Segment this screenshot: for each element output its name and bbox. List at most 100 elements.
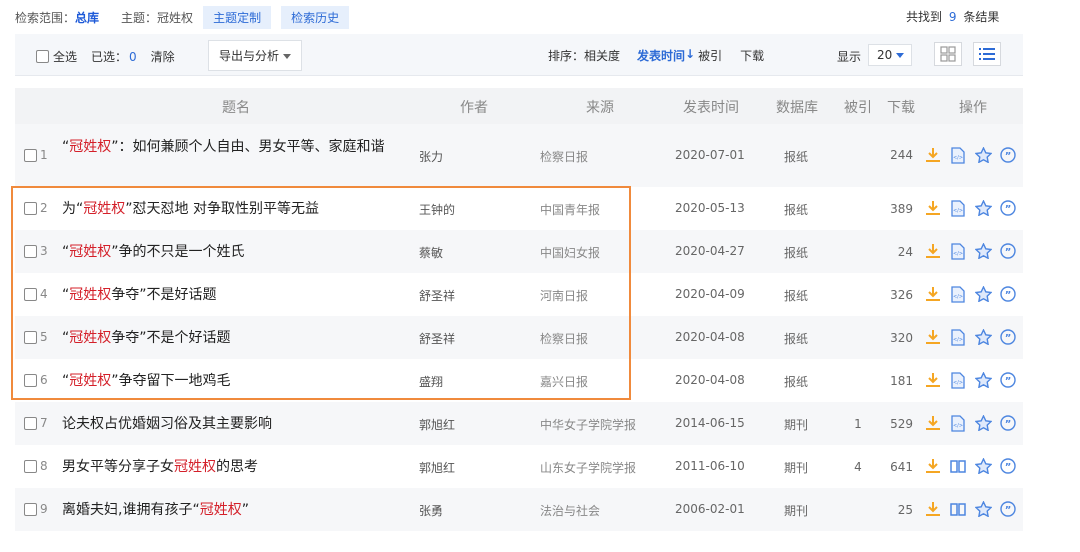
row-checkbox[interactable] [24, 149, 37, 162]
star-icon[interactable] [974, 371, 992, 389]
publish-date: 2020-07-01 [675, 148, 745, 162]
selected-count: 0 [129, 49, 137, 64]
select-all-checkbox[interactable] [36, 50, 49, 63]
cited-count[interactable]: 1 [850, 417, 866, 431]
search-history-button[interactable]: 检索历史 [281, 5, 350, 29]
topic-custom-button[interactable]: 主题定制 [203, 5, 272, 29]
download-icon[interactable] [924, 414, 942, 432]
svg-text:”: ” [1005, 204, 1012, 215]
row-checkbox[interactable] [24, 460, 37, 473]
database: 报纸 [784, 203, 809, 217]
page-size-select[interactable]: 20 [868, 44, 912, 66]
star-icon[interactable] [974, 199, 992, 217]
scope-label: 检索范围： [15, 10, 76, 25]
database: 期刊 [784, 461, 809, 475]
source-link[interactable]: 山东女子学院学报 [540, 459, 636, 476]
quote-icon[interactable]: ” [999, 328, 1017, 346]
quote-icon[interactable]: ” [999, 371, 1017, 389]
cited-count[interactable]: 4 [850, 460, 866, 474]
display-label: 显示 [837, 50, 862, 64]
html-icon[interactable]: </> [949, 242, 967, 260]
download-icon[interactable] [924, 371, 942, 389]
article-title-link[interactable]: 论夫权占优婚姻习俗及其主要影响 [62, 414, 412, 434]
col-date[interactable]: 发表时间 [683, 97, 739, 117]
grid-view-button[interactable] [934, 42, 962, 66]
author-link[interactable]: 郭旭红 [419, 459, 455, 476]
book-icon[interactable] [949, 457, 967, 475]
quote-icon[interactable]: ” [999, 199, 1017, 217]
arrow-down-icon: ↓ [685, 47, 696, 61]
source-link[interactable]: 中华女子学院学报 [540, 416, 636, 433]
download-icon[interactable] [924, 242, 942, 260]
sort-date[interactable]: 发表时间 [637, 47, 685, 64]
download-icon[interactable] [924, 199, 942, 217]
download-count: 24 [897, 245, 913, 259]
clear-button[interactable]: 清除 [151, 48, 175, 65]
quote-icon[interactable]: ” [999, 500, 1017, 518]
quote-icon[interactable]: ” [999, 146, 1017, 164]
author-link[interactable]: 张力 [419, 148, 443, 165]
svg-text:”: ” [1005, 333, 1012, 344]
export-analysis-button[interactable]: 导出与分析 [208, 40, 303, 71]
table-row: 8 男女平等分享子女冠姓权的思考 郭旭红 山东女子学院学报 2011-06-10… [15, 445, 1023, 488]
publish-date: 2020-04-08 [675, 330, 745, 344]
source-link[interactable]: 检察日报 [540, 148, 588, 165]
download-count: 25 [897, 503, 913, 517]
html-icon[interactable]: </> [949, 414, 967, 432]
topic-label: 主题： [121, 10, 158, 25]
book-icon[interactable] [949, 500, 967, 518]
article-title-link[interactable]: 离婚夫妇,谁拥有孩子“冠姓权” [62, 500, 412, 520]
quote-icon[interactable]: ” [999, 414, 1017, 432]
download-icon[interactable] [924, 500, 942, 518]
star-icon[interactable] [974, 242, 992, 260]
quote-icon[interactable]: ” [999, 457, 1017, 475]
html-icon[interactable]: </> [949, 146, 967, 164]
download-icon[interactable] [924, 146, 942, 164]
star-icon[interactable] [974, 457, 992, 475]
html-icon[interactable]: </> [949, 371, 967, 389]
html-icon[interactable]: </> [949, 199, 967, 217]
article-title-link[interactable]: 男女平等分享子女冠姓权的思考 [62, 457, 412, 477]
list-view-button[interactable] [973, 42, 1001, 66]
quote-icon[interactable]: ” [999, 285, 1017, 303]
table-header: 题名 作者 来源 发表时间 数据库 被引 下载 操作 [15, 88, 1023, 124]
database: 期刊 [784, 418, 809, 432]
svg-text:</>: </> [953, 423, 963, 429]
star-icon[interactable] [974, 500, 992, 518]
table-row: 9 离婚夫妇,谁拥有孩子“冠姓权” 张勇 法治与社会 2006-02-01 期刊… [15, 488, 1023, 531]
row-checkbox[interactable] [24, 417, 37, 430]
star-icon[interactable] [974, 285, 992, 303]
star-icon[interactable] [974, 414, 992, 432]
article-title-link[interactable]: “冠姓权”：如何兼顾个人自由、男女平等、家庭和谐 [62, 137, 412, 157]
sort-download[interactable]: 下载 [740, 47, 764, 64]
scope-value[interactable]: 总库 [75, 9, 99, 26]
star-icon[interactable] [974, 328, 992, 346]
download-icon[interactable] [924, 457, 942, 475]
quote-icon[interactable]: ” [999, 242, 1017, 260]
sort-relevance[interactable]: 相关度 [584, 47, 620, 64]
html-icon[interactable]: </> [949, 285, 967, 303]
svg-text:</>: </> [953, 208, 963, 214]
download-count: 244 [890, 148, 913, 162]
col-cited[interactable]: 被引 [844, 97, 872, 117]
row-checkbox[interactable] [24, 503, 37, 516]
html-icon[interactable]: </> [949, 328, 967, 346]
author-link[interactable]: 张勇 [419, 502, 443, 519]
select-all-label[interactable]: 全选 [53, 48, 77, 65]
download-icon[interactable] [924, 328, 942, 346]
publish-date: 2006-02-01 [675, 502, 745, 516]
source-link[interactable]: 法治与社会 [540, 502, 600, 519]
publish-date: 2011-06-10 [675, 459, 745, 473]
col-title: 题名 [222, 100, 250, 116]
database: 报纸 [784, 375, 809, 389]
publish-date: 2020-04-27 [675, 244, 745, 258]
download-icon[interactable] [924, 285, 942, 303]
sort-cited[interactable]: 被引 [698, 47, 722, 64]
author-link[interactable]: 郭旭红 [419, 416, 455, 433]
star-icon[interactable] [974, 146, 992, 164]
col-downloads[interactable]: 下载 [887, 97, 915, 117]
svg-text:”: ” [1005, 419, 1012, 430]
publish-date: 2020-04-09 [675, 287, 745, 301]
grid-icon [940, 46, 956, 62]
toolbar: 全选 已选： 0 清除 导出与分析 排序： 相关度 发表时间 ↓ 被引 下载 显… [15, 34, 1023, 76]
